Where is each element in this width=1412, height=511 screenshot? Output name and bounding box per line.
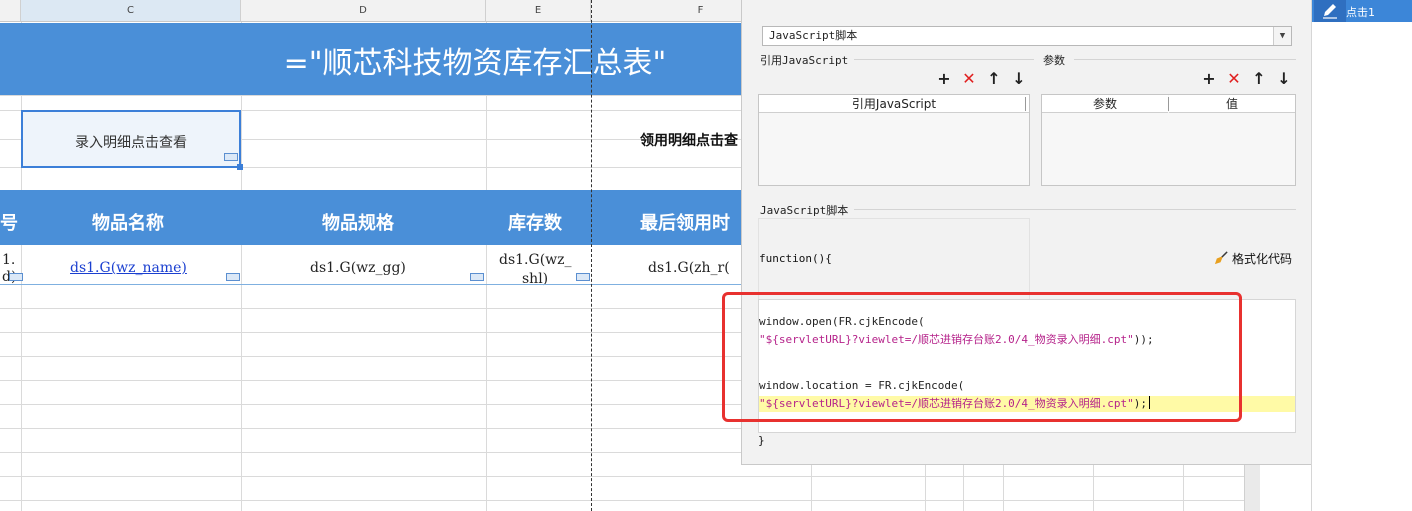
page-break-line: [591, 0, 592, 511]
column-separator: [1025, 97, 1026, 111]
edit-icon[interactable]: [1314, 0, 1346, 22]
format-code-button[interactable]: 格式化代码: [1214, 250, 1292, 267]
cell-widget-tag: [226, 273, 240, 281]
highlight-annotation-box: [722, 292, 1242, 422]
grid-col-line: [486, 22, 487, 511]
entry-detail-cell[interactable]: 录入明细点击查看: [21, 110, 241, 168]
event-list-panel: 点击1: [1311, 0, 1412, 511]
column-header-b[interactable]: [0, 0, 21, 22]
ref-js-section-label: 引用JavaScript: [760, 54, 849, 67]
params-section-label: 参数: [1043, 54, 1065, 67]
column-header-c[interactable]: C: [21, 0, 241, 22]
event-item-label: 点击1: [1346, 6, 1375, 19]
function-close-text: }: [758, 434, 765, 447]
grid-col-line: [241, 22, 242, 511]
header-item-name: 物品名称: [92, 213, 164, 234]
cell-widget-tag: [470, 273, 484, 281]
cell-last-use[interactable]: ds1.G(zh_r(: [648, 260, 730, 276]
delete-ref-js-button[interactable]: ✕: [959, 68, 979, 90]
cell-item-spec[interactable]: ds1.G(wz_gg): [310, 260, 406, 276]
header-item-spec: 物品规格: [322, 213, 394, 234]
designer-window: C D E F ="顺芯科技物资库存汇总表" 录入明细点击查看 领用明细点击查 …: [0, 0, 1412, 511]
move-down-param-button[interactable]: ↓: [1274, 68, 1294, 90]
cell-item-name[interactable]: ds1.G(wz_name): [70, 260, 187, 276]
cell-widget-tag: [224, 153, 238, 161]
param-column-header[interactable]: 参数: [1042, 95, 1168, 113]
data-row-border: [0, 284, 742, 285]
header-last-use: 最后领用时: [640, 213, 730, 234]
column-header-d[interactable]: D: [241, 0, 486, 22]
add-param-button[interactable]: +: [1199, 68, 1219, 90]
move-up-param-button[interactable]: ↑: [1249, 68, 1269, 90]
ref-js-table[interactable]: 引用JavaScript: [758, 94, 1030, 186]
section-rule: [854, 209, 1296, 210]
header-stock: 库存数: [508, 213, 562, 234]
format-code-label: 格式化代码: [1232, 252, 1293, 266]
entry-detail-label: 录入明细点击查看: [75, 135, 187, 151]
script-section-label: JavaScript脚本: [760, 204, 849, 217]
move-down-ref-js-button[interactable]: ↓: [1009, 68, 1029, 90]
cell-widget-tag: [9, 273, 23, 281]
params-table[interactable]: 参数 值: [1041, 94, 1296, 186]
section-rule: [854, 59, 1034, 60]
add-ref-js-button[interactable]: +: [934, 68, 954, 90]
report-title[interactable]: ="顺芯科技物资库存汇总表": [240, 38, 710, 82]
header-number: 号: [0, 213, 18, 234]
broom-icon: [1214, 251, 1228, 265]
event-item-click1[interactable]: 点击1: [1312, 0, 1412, 22]
selection-handle[interactable]: [237, 164, 243, 170]
delete-param-button[interactable]: ✕: [1224, 68, 1244, 90]
function-open-text: function(){: [759, 252, 832, 265]
move-up-ref-js-button[interactable]: ↑: [984, 68, 1004, 90]
use-detail-label[interactable]: 领用明细点击查: [640, 130, 738, 150]
grid-col-line: [21, 22, 22, 511]
chevron-down-icon[interactable]: ▼: [1273, 27, 1291, 45]
cell-a-line1[interactable]: 1.: [2, 252, 15, 268]
script-type-value: JavaScript脚本: [769, 29, 858, 42]
cell-stock-line1[interactable]: ds1.G(wz_: [499, 252, 572, 268]
section-rule: [1074, 59, 1296, 60]
value-column-header[interactable]: 值: [1169, 95, 1295, 113]
cell-widget-tag: [576, 273, 590, 281]
script-type-select[interactable]: JavaScript脚本 ▼: [762, 26, 1292, 46]
ref-js-column-header[interactable]: 引用JavaScript: [759, 95, 1029, 113]
column-header-e[interactable]: E: [486, 0, 591, 22]
